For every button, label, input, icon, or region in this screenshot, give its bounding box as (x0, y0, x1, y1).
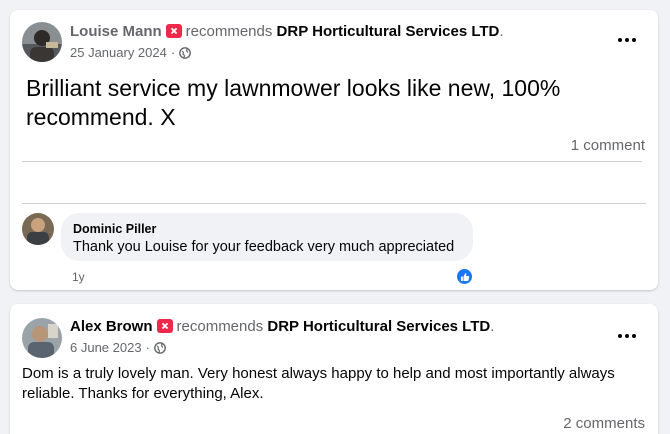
post-body: Dom is a truly lovely man. Very honest a… (22, 365, 615, 402)
post-date[interactable]: 6 June 2023 (70, 340, 142, 355)
divider (22, 161, 642, 162)
page-link[interactable]: DRP Horticultural Services LTD (267, 318, 490, 335)
avatar[interactable] (22, 22, 62, 62)
review-card: Alex Brown recommends DRP Horticultural S… (10, 304, 658, 434)
meta-separator: · (145, 340, 150, 355)
commenter-avatar[interactable] (22, 213, 54, 245)
commenter-name[interactable]: Dominic Piller (73, 221, 461, 237)
comment-bubble: Dominic Piller Thank you Louise for your… (61, 213, 473, 261)
author-name[interactable]: Alex Brown (70, 318, 153, 335)
recommends-label: recommends (185, 23, 273, 40)
recommend-badge-icon (156, 319, 173, 333)
recommends-label: recommends (176, 318, 264, 335)
comment-count[interactable]: 1 comment (571, 137, 645, 154)
review-card: Louise Mann recommends DRP Horticultural … (10, 10, 658, 290)
divider (22, 203, 646, 204)
avatar[interactable] (22, 318, 62, 358)
meta-separator: · (170, 45, 176, 60)
post-date[interactable]: 25 January 2024 (70, 45, 167, 60)
post-meta: 25 January 2024 · (70, 45, 192, 60)
post-header: Louise Mann recommends DRP Horticultural … (70, 23, 504, 40)
comment-count[interactable]: 2 comments (563, 415, 645, 432)
like-icon[interactable] (456, 268, 473, 285)
globe-icon (179, 46, 192, 59)
more-options-icon[interactable] (612, 28, 642, 52)
more-options-icon[interactable] (612, 324, 642, 348)
comment-text: Thank you Louise for your feedback very … (73, 239, 455, 255)
post-body: Brilliant service my lawnmower looks lik… (26, 75, 561, 130)
page-link[interactable]: DRP Horticultural Services LTD (277, 23, 500, 40)
post-header: Alex Brown recommends DRP Horticultural S… (70, 318, 495, 335)
post-meta: 6 June 2023 · (70, 340, 166, 355)
recommend-badge-icon (165, 24, 182, 38)
comment-time[interactable]: 1y (72, 270, 85, 284)
globe-icon (154, 341, 166, 354)
author-name[interactable]: Louise Mann (70, 23, 162, 40)
